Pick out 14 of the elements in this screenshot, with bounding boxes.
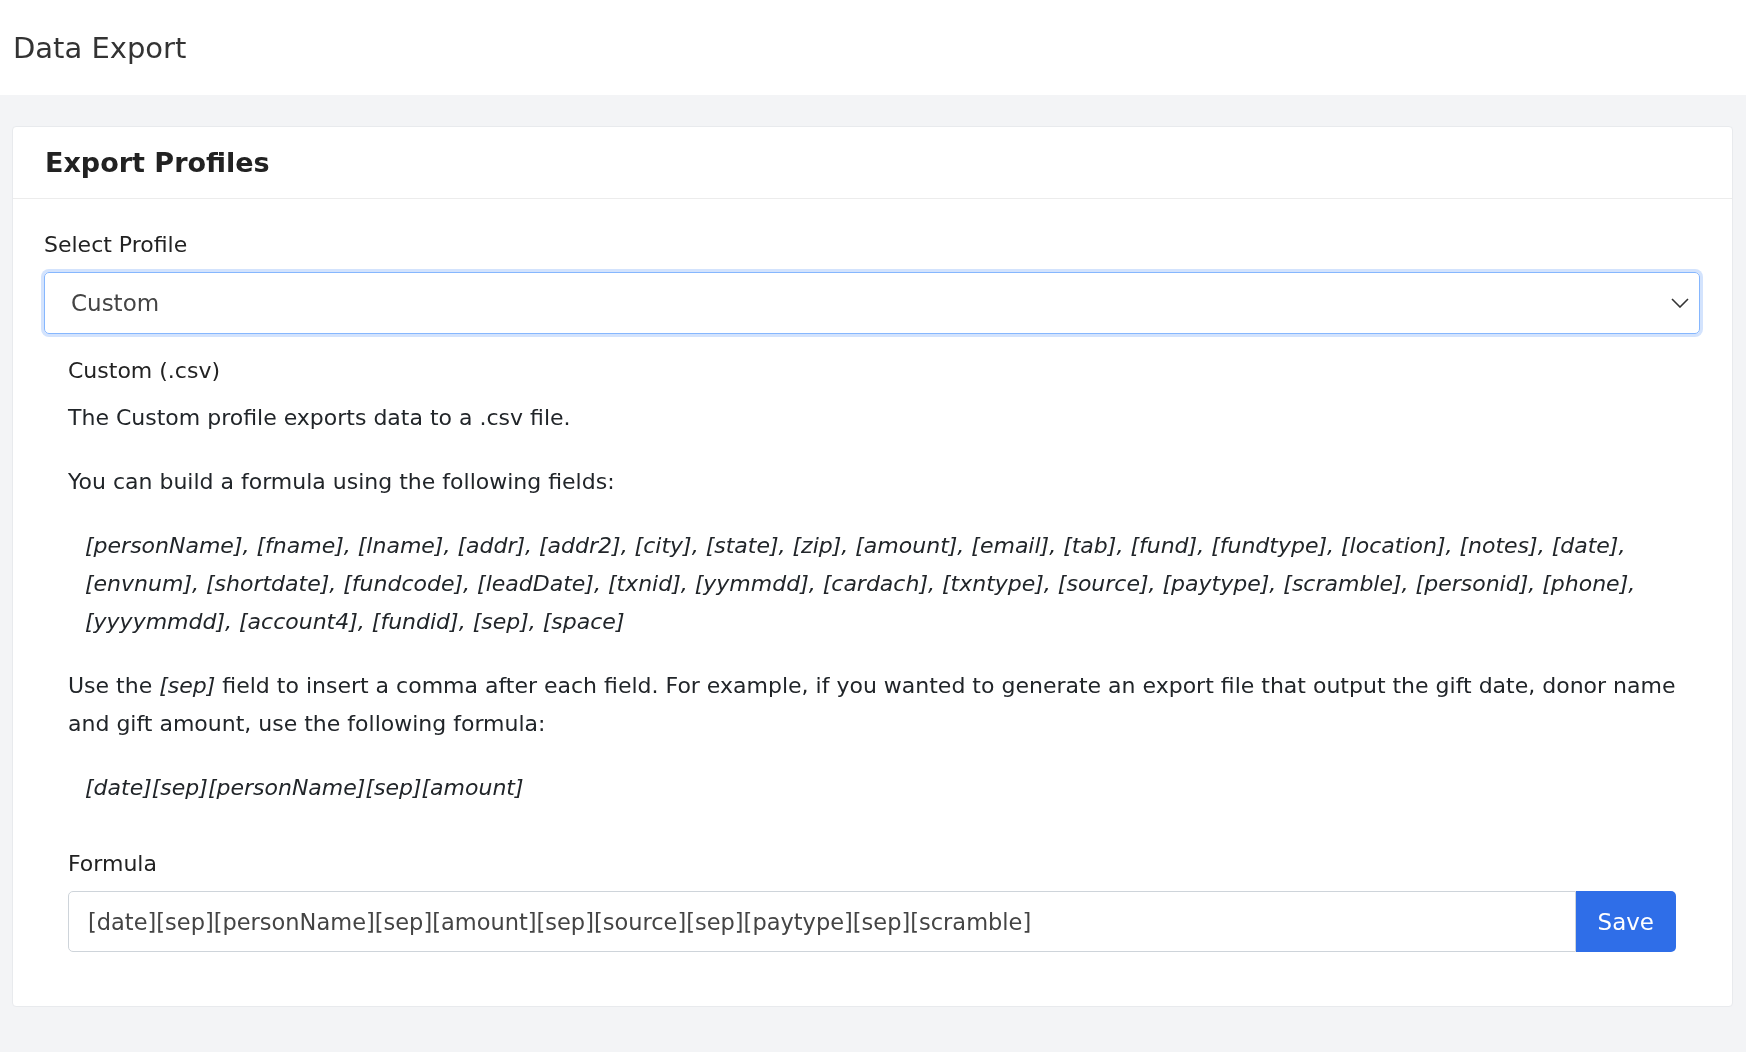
- description-text: The Custom profile exports data to a .csv file.: [68, 404, 572, 432]
- field-list: [date][sep][personName][sep][amount]: [68, 769, 1676, 807]
- field-label: Formula: [68, 851, 158, 876]
- chevron-down-icon: [1671, 298, 1689, 308]
- description-text: You can build a formula using the following fields:: [68, 468, 616, 496]
- formula-input[interactable]: [date][sep][personName][sep][amount][sep][source][sep][paytype][sep][scramble]: [68, 891, 1576, 952]
- profile-select[interactable]: Custom: [44, 272, 1700, 334]
- card-title: Export Profiles: [45, 147, 271, 178]
- description-text: Use the [sep] field to insert a comma after each field. For example, if you wanted to generate an export file that output the gift date, donor name and gift amount, use the following formula:: [68, 672, 1676, 738]
- field-label: Select Profile: [44, 232, 189, 257]
- field-list: [personName], [fname], [lname], [addr], [addr2], [city], [state], [zip], [amount], [email], [tab], [fund], [fundtype], [location], [notes], [date], [envnum], [shortdate], [fundcode], [leadDate], [txnid], [yymmdd], [cardach], [txntype], [source], [paytype], [scramble], [personid], [phone], [yyyymmdd], [account4], [fundid], [sep], [space]: [68, 527, 1676, 641]
- page-title: Data Export: [13, 30, 187, 65]
- profile-heading: Custom (.csv): [68, 358, 221, 383]
- save-button[interactable]: Save: [1575, 891, 1676, 952]
